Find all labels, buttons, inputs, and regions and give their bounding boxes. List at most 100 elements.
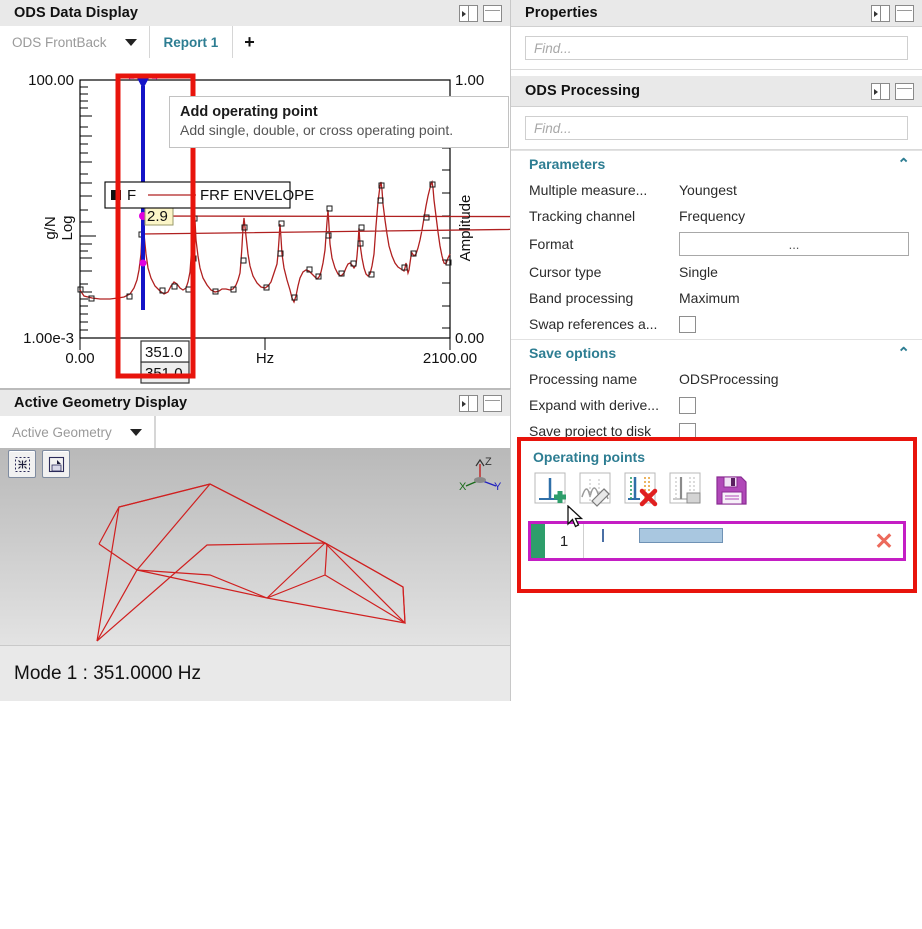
geometry-combo-label: ODS FrontBack [12,35,107,50]
add-tab-button[interactable]: + [233,26,266,58]
svg-text:0.00: 0.00 [65,350,94,367]
mode-status-text: Mode 1 : 351.0000 Hz [14,663,201,685]
svg-text:1.00: 1.00 [455,72,484,89]
plus-icon: + [244,33,255,51]
property-value[interactable]: Frequency [679,208,745,224]
chevron-up-icon[interactable]: ⌃ [897,157,910,172]
svg-text:g/N: g/N [42,216,59,239]
section-header-save-options[interactable]: Save options ⌃ [511,339,922,366]
ods-processing-panel: ODS Processing Find... Parameters ⌃ Multip… [511,76,922,436]
header-icon-group [871,5,922,22]
active-geometry-combo-label: Active Geometry [12,425,112,440]
header-icon-group [459,395,510,412]
operating-point-color-swatch [531,524,545,558]
application-window: ODS Data Display ODS FrontBack Report 1 … [0,0,922,699]
properties-find-input[interactable]: Find... [525,36,908,60]
active-geometry-combo[interactable]: Active Geometry [0,416,155,448]
property-value[interactable]: Maximum [679,290,740,306]
property-key: Band processing [529,290,679,306]
svg-text:100.00: 100.00 [28,72,74,89]
dock-icon[interactable] [871,5,890,22]
property-checkbox[interactable] [679,316,696,333]
property-key: Multiple measure... [529,182,679,198]
section-header-parameters[interactable]: Parameters ⌃ [511,150,922,177]
window-icon[interactable] [895,83,914,100]
axis-triad-icon: X Y Z [458,456,504,496]
active-geometry-display-panel: Active Geometry Display Active Geometry [0,388,511,701]
window-icon[interactable] [483,395,502,412]
ods-data-display-header: ODS Data Display [0,0,510,27]
property-key: Format [529,236,679,252]
svg-text:FRF ENVELOPE: FRF ENVELOPE [200,187,314,204]
svg-text:Log: Log [59,215,76,240]
svg-text:2.9: 2.9 [147,208,168,225]
geometry-tabstrip: Active Geometry [0,416,510,449]
cursor-amplitude-tag: 2.9 [145,206,173,225]
operating-point-fields[interactable] [584,524,865,558]
edit-operating-point-icon[interactable] [578,471,616,509]
property-checkbox[interactable] [679,397,696,414]
window-icon[interactable] [895,5,914,22]
active-geometry-header: Active Geometry Display [0,390,510,417]
format-button[interactable]: ... [679,232,909,256]
geometry-combo[interactable]: ODS FrontBack [0,26,150,58]
operating-points-title: Operating points [521,441,913,471]
tooltip-title: Add operating point [180,104,498,120]
svg-text:Y: Y [494,481,502,493]
property-value[interactable]: ODSProcessing [679,371,779,387]
add-operating-point-icon[interactable] [533,471,571,509]
property-value[interactable]: Youngest [679,182,737,198]
property-row: Expand with derive... [511,392,922,418]
ods-tabstrip: ODS FrontBack Report 1 + [0,26,510,59]
chevron-down-icon [125,39,137,46]
property-key: Expand with derive... [529,397,679,413]
panel-title: ODS Processing [511,83,640,99]
properties-header: Properties [511,0,922,27]
window-icon[interactable] [483,5,502,22]
ods-processing-find-input[interactable]: Find... [525,116,908,140]
tooltip-body: Add single, double, or cross operating p… [180,122,498,138]
tooltip-add-operating-point: Add operating point Add single, double, … [169,96,509,148]
panel-title: Properties [511,5,598,21]
fit-geometry-icon[interactable] [8,450,36,478]
property-row: Multiple measure...Youngest [511,177,922,203]
property-key: Processing name [529,371,679,387]
ods-data-display-panel: ODS Data Display ODS FrontBack Report 1 … [0,0,511,388]
tab-report-1-label: Report 1 [164,35,219,50]
plot-legend: F FRF ENVELOPE [105,182,314,208]
svg-text:Z: Z [485,456,492,468]
section-title: Parameters [529,156,605,172]
property-row: Swap references a... [511,311,922,337]
property-key: Tracking channel [529,208,679,224]
property-row: Processing nameODSProcessing [511,366,922,392]
save-operating-points-icon[interactable] [713,471,751,509]
ods-processing-header: ODS Processing [511,76,922,107]
property-row: Format... [511,229,922,259]
delete-operating-point-button[interactable]: ✕ [865,524,903,558]
section-title: Save options [529,345,616,361]
svg-text:X: X [459,481,467,493]
save-geometry-icon[interactable] [42,450,70,478]
tab-report-1[interactable]: Report 1 [150,26,234,58]
geometry-tab-empty [155,416,510,448]
geometry-canvas[interactable]: X Y Z [0,448,510,645]
property-row: Cursor typeSingle [511,259,922,285]
svg-text:Amplitude: Amplitude [457,195,474,262]
dock-icon[interactable] [459,395,478,412]
svg-text:2100.00: 2100.00 [423,350,477,367]
geometry-toolbar [8,450,70,478]
dock-icon[interactable] [871,83,890,100]
geometry-wireframe [0,448,510,645]
svg-text:Hz: Hz [256,350,274,367]
properties-find-row: Find... [511,27,922,70]
svg-text:351.0: 351.0 [145,344,183,361]
property-row: Tracking channelFrequency [511,203,922,229]
property-value[interactable]: Single [679,264,718,280]
delete-operating-point-icon[interactable] [623,471,661,509]
chevron-up-icon[interactable]: ⌃ [897,346,910,361]
svg-text:1.00e-3: 1.00e-3 [23,330,74,347]
chevron-down-icon [130,429,142,436]
clear-operating-points-icon[interactable] [668,471,706,509]
dock-icon[interactable] [459,5,478,22]
property-row: Band processingMaximum [511,285,922,311]
